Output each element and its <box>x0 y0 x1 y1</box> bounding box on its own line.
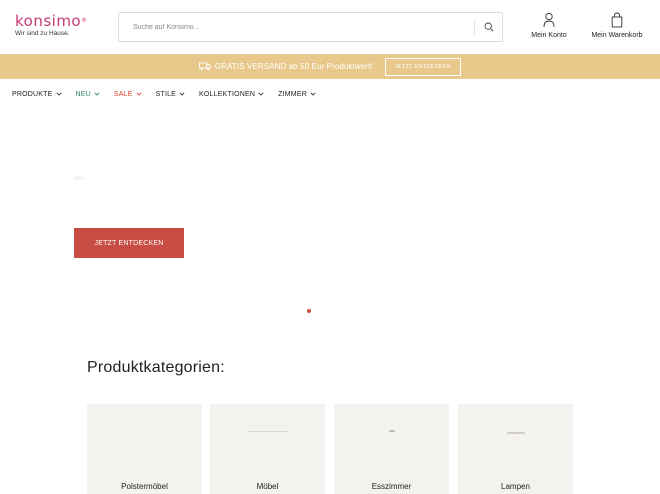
chevron-down-icon <box>136 92 142 96</box>
carousel-dot[interactable] <box>307 309 311 313</box>
main-nav: PRODUKTE NEU SALE STILE KOLLEKTIONEN ZIM… <box>0 79 660 109</box>
category-label: Esszimmer <box>371 482 412 491</box>
logo-wordmark: konsimo® <box>15 13 88 29</box>
chevron-down-icon <box>310 92 316 96</box>
nav-item-label: NEU <box>75 90 91 98</box>
search-input[interactable] <box>119 13 474 41</box>
nav-item-zimmer[interactable]: ZIMMER <box>278 91 316 98</box>
category-card-esszimmer[interactable]: Esszimmer <box>334 404 449 494</box>
promo-bar: GRATIS VERSAND ab 50 Eur Produktwert! JE… <box>0 54 660 79</box>
nav-item-label: ZIMMER <box>278 90 307 98</box>
category-card-lampen[interactable]: Lampen <box>458 404 573 494</box>
nav-item-label: PRODUKTE <box>12 90 53 98</box>
account-link[interactable]: Mein Konto <box>526 12 572 39</box>
nav-item-label: SALE <box>113 90 133 98</box>
logo-tagline: Wir sind zu Hause. <box>15 30 70 37</box>
nav-item-kollektionen[interactable]: KOLLEKTIONEN <box>199 91 264 98</box>
nav-item-neu[interactable]: NEU <box>76 91 100 98</box>
search-button[interactable] <box>475 13 503 41</box>
nav-item-label: KOLLEKTIONEN <box>199 90 256 98</box>
nav-item-sale[interactable]: SALE <box>114 91 142 98</box>
chevron-down-icon <box>56 92 61 96</box>
category-label: Polstermöbel <box>121 482 168 491</box>
promo-button[interactable]: JETZT ENTDECKEN <box>384 57 462 76</box>
hero-eyebrow: Neu <box>74 176 86 182</box>
site-header: konsimo® Wir sind zu Hause. Mein Konto <box>0 0 660 54</box>
hero-cta-button[interactable]: JETZT ENTDECKEN <box>74 228 184 258</box>
user-icon <box>543 12 555 28</box>
category-card-moebel[interactable]: Möbel <box>210 404 325 494</box>
nav-item-label: STILE <box>155 90 177 98</box>
category-label: Lampen <box>501 482 530 491</box>
category-label: Möbel <box>256 482 279 491</box>
cart-label: Mein Warenkorb <box>591 32 643 39</box>
chevron-down-icon <box>258 92 264 96</box>
shopping-bag-icon <box>611 12 623 28</box>
categories-title: Produktkategorien: <box>87 359 225 376</box>
promo-text: GRATIS VERSAND ab 50 Eur Produktwert! <box>214 62 373 71</box>
delivery-truck-icon <box>198 62 211 71</box>
logo-text: konsimo <box>15 12 82 30</box>
cart-link[interactable]: Mein Warenkorb <box>586 12 648 39</box>
logo[interactable]: konsimo® Wir sind zu Hause. <box>15 13 88 38</box>
chevron-down-icon <box>179 92 185 96</box>
category-card-polstermoebel[interactable]: Polstermöbel <box>87 404 202 494</box>
logo-registered-mark: ® <box>81 17 88 24</box>
nav-item-stile[interactable]: STILE <box>156 91 185 98</box>
category-image <box>388 430 395 432</box>
category-image <box>247 431 288 432</box>
search-icon <box>484 22 494 32</box>
category-image <box>506 432 525 434</box>
nav-item-produkte[interactable]: PRODUKTE <box>12 91 62 98</box>
chevron-down-icon <box>94 92 100 96</box>
search-box <box>118 12 503 42</box>
account-label: Mein Konto <box>531 32 567 39</box>
